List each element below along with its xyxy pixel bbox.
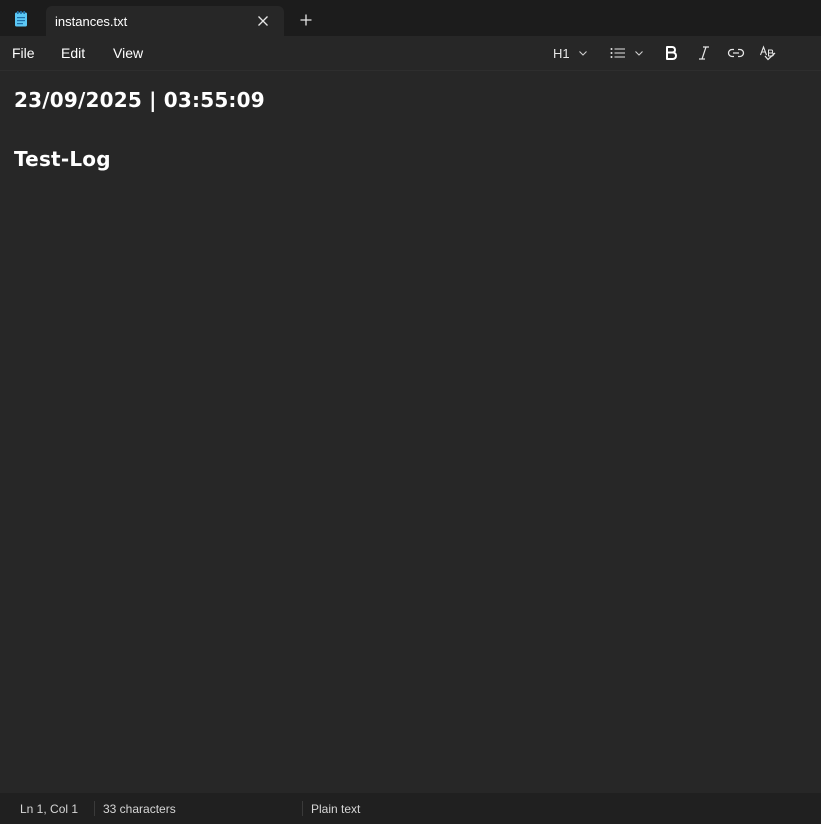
spellcheck-icon <box>759 45 777 61</box>
status-divider <box>94 801 95 816</box>
bulleted-list-icon <box>610 46 626 60</box>
document-line-timestamp: 23/09/2025 | 03:55:09 <box>14 88 265 112</box>
italic-button[interactable] <box>697 36 711 70</box>
tab-instances[interactable]: instances.txt <box>46 6 284 36</box>
link-icon <box>727 47 745 59</box>
character-count: 33 characters <box>103 802 176 816</box>
italic-icon <box>697 45 711 61</box>
menu-edit[interactable]: Edit <box>61 45 85 61</box>
title-bar: instances.txt <box>0 0 821 36</box>
heading-dropdown[interactable]: H1 <box>553 36 588 70</box>
heading-label: H1 <box>553 45 570 61</box>
list-dropdown[interactable] <box>610 36 644 70</box>
link-button[interactable] <box>727 36 745 70</box>
status-bar: Ln 1, Col 1 33 characters Plain text <box>0 793 821 824</box>
chevron-down-icon <box>634 48 644 58</box>
bold-button[interactable] <box>664 36 678 70</box>
bold-icon <box>664 45 678 61</box>
notepad-icon <box>14 11 28 27</box>
menu-view[interactable]: View <box>113 45 143 61</box>
plus-icon[interactable] <box>297 11 315 29</box>
tab-title: instances.txt <box>55 14 128 29</box>
menu-file[interactable]: File <box>12 45 35 61</box>
text-editor[interactable]: 23/09/2025 | 03:55:09 Test-Log <box>0 71 821 793</box>
chevron-down-icon <box>578 48 588 58</box>
notepad-window: instances.txt File Edit View H1 23/09/20… <box>0 0 821 824</box>
menu-bar: File Edit View H1 <box>0 36 821 71</box>
status-divider <box>302 801 303 816</box>
spellcheck-button[interactable] <box>759 36 777 70</box>
close-icon[interactable] <box>254 12 272 30</box>
cursor-position: Ln 1, Col 1 <box>20 802 79 816</box>
text-format[interactable]: Plain text <box>311 802 360 816</box>
document-line-title: Test-Log <box>14 147 111 171</box>
